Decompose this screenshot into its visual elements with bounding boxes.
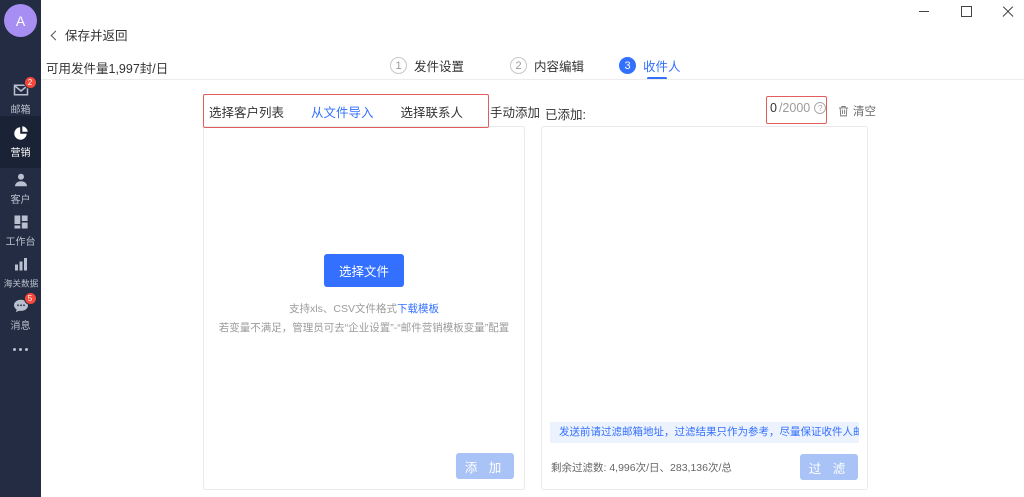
person-icon (13, 172, 29, 188)
grid-icon (13, 214, 29, 230)
app-window: A 2 邮箱 营销 客户 工作台 海关数据 5 消息 保存并返回 可用发件量1,… (0, 0, 1024, 497)
step-send-settings[interactable]: 1 发件设置 (390, 56, 464, 75)
variable-hint: 若变量不满足，管理员可去“企业设置”-“邮件营销模板变量”配置 (218, 322, 510, 334)
sidebar-item-label: 客户 (10, 195, 31, 206)
chat-icon: 5 (13, 292, 37, 314)
recipient-source-tabs: 选择客户列表 从文件导入 选择联系人 手动添加 (209, 102, 540, 121)
sidebar-item-messages[interactable]: 5 消息 (0, 292, 41, 332)
sidebar-item-label: 工作台 (5, 237, 36, 248)
support-text: 支持xls、CSV文件格式 (289, 303, 397, 315)
sidebar: A 2 邮箱 营销 客户 工作台 海关数据 5 消息 (0, 0, 41, 497)
sidebar-item-more[interactable] (0, 348, 41, 351)
step-label: 发件设置 (414, 60, 465, 74)
import-file-panel: 选择文件 支持xls、CSV文件格式下载模板 若变量不满足，管理员可去“企业设置… (203, 126, 525, 490)
save-and-return-button[interactable]: 保存并返回 (50, 25, 128, 44)
tab-import-from-file[interactable]: 从文件导入 (311, 102, 374, 121)
added-count: 0 /2000 ? (770, 101, 827, 115)
step-content-edit[interactable]: 2 内容编辑 (510, 56, 584, 75)
add-button[interactable]: 添 加 (456, 453, 514, 479)
count-current: 0 (770, 101, 777, 115)
header-divider (41, 79, 1024, 80)
tab-select-customer-list[interactable]: 选择客户列表 (209, 102, 284, 121)
filter-button[interactable]: 过 滤 (800, 454, 858, 480)
download-template-link[interactable]: 下载模板 (397, 303, 439, 315)
sidebar-item-label: 营销 (10, 148, 31, 159)
sidebar-item-customers[interactable]: 客户 (0, 172, 41, 206)
messages-badge: 5 (23, 292, 37, 305)
filter-remaining-text: 剩余过滤数: 4,996次/日、283,136次/总 (551, 461, 732, 474)
back-label: 保存并返回 (65, 29, 128, 43)
sidebar-item-mailbox[interactable]: 2 邮箱 (0, 76, 41, 116)
sidebar-item-customs-data[interactable]: 海关数据 (0, 256, 41, 290)
pie-chart-icon (13, 125, 29, 141)
step-label: 收件人 (643, 60, 681, 74)
clear-label: 清空 (853, 106, 876, 118)
tab-manual-add[interactable]: 手动添加 (490, 102, 540, 121)
filter-row: 剩余过滤数: 4,996次/日、283,136次/总 过 滤 (551, 454, 858, 480)
close-icon[interactable] (1002, 5, 1014, 17)
tab-select-contacts[interactable]: 选择联系人 (401, 102, 464, 121)
sidebar-item-label: 消息 (10, 321, 31, 332)
more-icon (13, 348, 28, 351)
sidebar-item-label: 邮箱 (10, 105, 31, 116)
help-icon[interactable]: ? (814, 102, 827, 114)
step-number: 2 (510, 57, 527, 74)
bar-chart-icon (13, 256, 29, 272)
file-format-hint: 支持xls、CSV文件格式下载模板 (289, 301, 439, 316)
mailbox-badge: 2 (23, 76, 37, 89)
quota-text: 可用发件量1,997封/日 (46, 62, 169, 76)
window-controls (918, 4, 1014, 18)
count-total: /2000 (778, 101, 811, 115)
filter-notice: 发送前请过滤邮箱地址，过滤结果只作为参考，尽量保证收件人邮箱可用 (550, 422, 859, 443)
trash-icon (838, 106, 849, 117)
step-number: 1 (390, 57, 407, 74)
minimize-icon[interactable] (918, 5, 930, 17)
sidebar-item-label: 海关数据 (3, 279, 38, 289)
maximize-icon[interactable] (960, 5, 972, 17)
sidebar-item-workbench[interactable]: 工作台 (0, 214, 41, 248)
step-label: 内容编辑 (534, 60, 585, 74)
added-recipients-panel: 发送前请过滤邮箱地址，过滤结果只作为参考，尽量保证收件人邮箱可用 剩余过滤数: … (541, 126, 868, 490)
avatar[interactable]: A (4, 4, 37, 37)
upload-area: 选择文件 支持xls、CSV文件格式下载模板 若变量不满足，管理员可去“企业设置… (204, 254, 524, 335)
added-label: 已添加: (545, 108, 586, 122)
sidebar-item-marketing[interactable]: 营销 (0, 116, 41, 168)
choose-file-button[interactable]: 选择文件 (323, 254, 404, 287)
mail-icon: 2 (13, 76, 37, 98)
step-recipients[interactable]: 3 收件人 (619, 56, 681, 75)
chevron-left-icon (50, 30, 61, 40)
step-number: 3 (619, 57, 636, 74)
clear-button[interactable]: 清空 (838, 103, 876, 119)
